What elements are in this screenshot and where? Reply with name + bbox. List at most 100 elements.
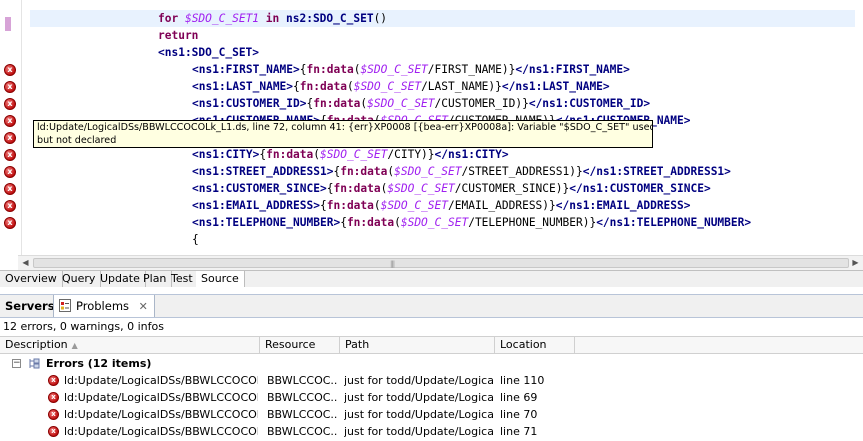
code-token: </ns1:TELEPHONE_NUMBER> xyxy=(596,216,752,229)
code-line[interactable]: <ns1:FIRST_NAME>{fn:data($SDO_C_SET/FIRS… xyxy=(30,61,630,78)
code-token: $SDO_C_SET xyxy=(367,97,435,110)
errors-group-row[interactable]: − Errors (12 items) xyxy=(0,355,863,372)
code-token: fn:data xyxy=(266,148,314,161)
error-icon: x xyxy=(48,392,59,403)
code-token: $SDO_C_SET xyxy=(400,216,469,229)
column-header-path[interactable]: Path xyxy=(340,337,495,354)
code-line[interactable]: <ns1:CUSTOMER_ID>{fn:data($SDO_C_SET/CUS… xyxy=(30,95,650,112)
scroll-grip-icon: ||| xyxy=(390,260,395,268)
cell-resource: BBWLCCOC... xyxy=(267,425,337,438)
cell-path: just for todd/Update/Logical... xyxy=(344,374,494,387)
table-row[interactable]: x ld:Update/LogicalDSs/BBWLCCOCOLk_L1 BBWL… xyxy=(0,372,863,389)
code-line[interactable]: <ns1:SDO_C_SET> xyxy=(30,44,259,61)
code-line[interactable]: <ns1:TELEPHONE_NUMBER>{fn:data($SDO_C_SE… xyxy=(30,214,751,231)
cell-path: just for todd/Update/Logical... xyxy=(344,391,494,404)
editor-horizontal-scrollbar[interactable]: ◀ ||| ▶ xyxy=(18,255,863,270)
tab-problems[interactable]: Problems ✕ xyxy=(53,295,155,317)
error-marker-icon[interactable]: x xyxy=(4,200,16,212)
cell-path: just for todd/Update/Logical... xyxy=(344,408,494,421)
code-line[interactable]: { xyxy=(30,231,199,248)
code-token: ( xyxy=(313,148,321,161)
cell-location: line 69 xyxy=(500,391,538,404)
code-token: <ns1:LAST_NAME> xyxy=(192,80,294,93)
tab-servers[interactable]: Servers xyxy=(0,295,60,317)
code-token: $SDO_C_SET xyxy=(320,148,388,161)
code-token: in xyxy=(259,12,286,25)
error-marker-icon[interactable]: x xyxy=(4,81,16,93)
code-token: <ns1:CUSTOMER_SINCE> xyxy=(192,182,327,195)
code-line[interactable]: <ns1:CUSTOMER_SINCE>{fn:data($SDO_C_SET/… xyxy=(30,180,711,197)
cell-location: line 71 xyxy=(500,425,538,438)
sort-ascending-icon: ▲ xyxy=(71,341,78,350)
code-token: <ns1:EMAIL_ADDRESS> xyxy=(192,199,320,212)
scroll-left-arrow-icon[interactable]: ◀ xyxy=(18,256,33,270)
xquery-source-editor[interactable]: xxxxxxxxxx for $SDO_C_SET1 in ns2:SDO_C_… xyxy=(0,0,863,270)
code-token: $SDO_C_SET xyxy=(387,182,455,195)
cell-description: ld:Update/LogicalDSs/BBWLCCOCOLk_L1 xyxy=(64,391,258,404)
code-line[interactable]: <ns1:STREET_ADDRESS1>{fn:data($SDO_C_SET… xyxy=(30,163,731,180)
error-marker-icon[interactable]: x xyxy=(4,183,16,195)
table-row[interactable]: x ld:Update/LogicalDSs/BBWLCCOCOLk_L1 BBWL… xyxy=(0,423,863,440)
cell-description: ld:Update/LogicalDSs/BBWLCCOCOLk_L1 xyxy=(64,408,258,421)
tooltip-line-1: ld:Update/LogicalDSs/BBWLCCOCOLk_L1.ds, … xyxy=(37,122,653,133)
code-token: <ns1:TELEPHONE_NUMBER> xyxy=(192,216,341,229)
code-token: $SDO_C_SET xyxy=(360,63,428,76)
code-token: { xyxy=(340,216,347,229)
problems-summary: 12 errors, 0 warnings, 0 infos xyxy=(3,320,164,333)
error-marker-icon[interactable]: x xyxy=(4,115,16,127)
code-token: /CITY)} xyxy=(387,148,435,161)
tab-source[interactable]: Source xyxy=(196,271,245,287)
collapse-toggle-icon[interactable]: − xyxy=(12,359,21,368)
code-token: ( xyxy=(373,199,381,212)
error-marker-icon[interactable]: x xyxy=(4,64,16,76)
code-token: { xyxy=(299,63,307,76)
cell-location: line 70 xyxy=(500,408,538,421)
editor-page-tabs: Overview Query Update Plan Test Source xyxy=(0,270,863,287)
column-header-description[interactable]: Description ▲ xyxy=(0,337,260,354)
code-token: <ns1:CITY> xyxy=(192,148,260,161)
cell-location: line 110 xyxy=(500,374,545,387)
error-marker-icon[interactable]: x xyxy=(4,166,16,178)
code-line[interactable]: <ns1:LAST_NAME>{fn:data($SDO_C_SET/LAST_… xyxy=(30,78,610,95)
error-icon: x xyxy=(48,426,59,437)
error-marker-icon[interactable]: x xyxy=(4,149,16,161)
error-icon: x xyxy=(48,409,59,420)
tab-problems-label: Problems xyxy=(76,299,130,313)
error-marker-icon[interactable]: x xyxy=(4,98,16,110)
code-token: </ns1:EMAIL_ADDRESS> xyxy=(555,199,691,212)
cell-resource: BBWLCCOC... xyxy=(267,391,337,404)
code-token: <ns1:FIRST_NAME> xyxy=(192,63,300,76)
table-row[interactable]: x ld:Update/LogicalDSs/BBWLCCOCOLk_L1 BBWL… xyxy=(0,406,863,423)
view-tab-bar: Servers Problems ✕ xyxy=(0,294,863,318)
error-marker-icon[interactable]: x xyxy=(4,217,16,229)
error-marker-icon[interactable]: x xyxy=(4,132,16,144)
code-token: /STREET_ADDRESS1)} xyxy=(461,165,583,178)
code-token: </ns1:CUSTOMER_SINCE> xyxy=(569,182,711,195)
code-token: fn:data xyxy=(340,165,388,178)
code-line[interactable]: return xyxy=(30,27,198,44)
current-line-marker xyxy=(5,17,11,31)
tab-test[interactable]: Test xyxy=(166,271,199,287)
code-token: for xyxy=(158,12,185,25)
tab-overview[interactable]: Overview xyxy=(0,271,63,287)
code-token: /CUSTOMER_ID)} xyxy=(434,97,529,110)
column-header-location[interactable]: Location xyxy=(495,337,575,354)
code-line[interactable]: for $SDO_C_SET1 in ns2:SDO_C_SET() xyxy=(30,10,855,27)
code-token: </ns1:CITY> xyxy=(434,148,509,161)
scrollbar-thumb[interactable]: ||| xyxy=(33,258,849,268)
error-icon: x xyxy=(48,375,59,386)
tooltip-line-2: but not declared xyxy=(37,134,117,146)
close-icon[interactable]: ✕ xyxy=(139,300,148,313)
code-token: /TELEPHONE_NUMBER)} xyxy=(468,216,597,229)
cell-description: ld:Update/LogicalDSs/BBWLCCOCOLk_L1 xyxy=(64,374,258,387)
code-token: fn:data xyxy=(333,182,381,195)
code-token: $SDO_C_SET1 xyxy=(184,12,260,25)
code-line[interactable]: <ns1:EMAIL_ADDRESS>{fn:data($SDO_C_SET/E… xyxy=(30,197,691,214)
column-header-resource[interactable]: Resource xyxy=(260,337,340,354)
code-token: $SDO_C_SET xyxy=(353,80,422,93)
code-token: ns2:SDO_C_SET xyxy=(286,12,374,25)
scroll-right-arrow-icon[interactable]: ▶ xyxy=(848,256,863,270)
code-line[interactable]: <ns1:CITY>{fn:data($SDO_C_SET/CITY)}</ns… xyxy=(30,146,509,163)
table-row[interactable]: x ld:Update/LogicalDSs/BBWLCCOCOLk_L1 BBWL… xyxy=(0,389,863,406)
code-token: <ns1:SDO_C_SET> xyxy=(158,46,260,59)
